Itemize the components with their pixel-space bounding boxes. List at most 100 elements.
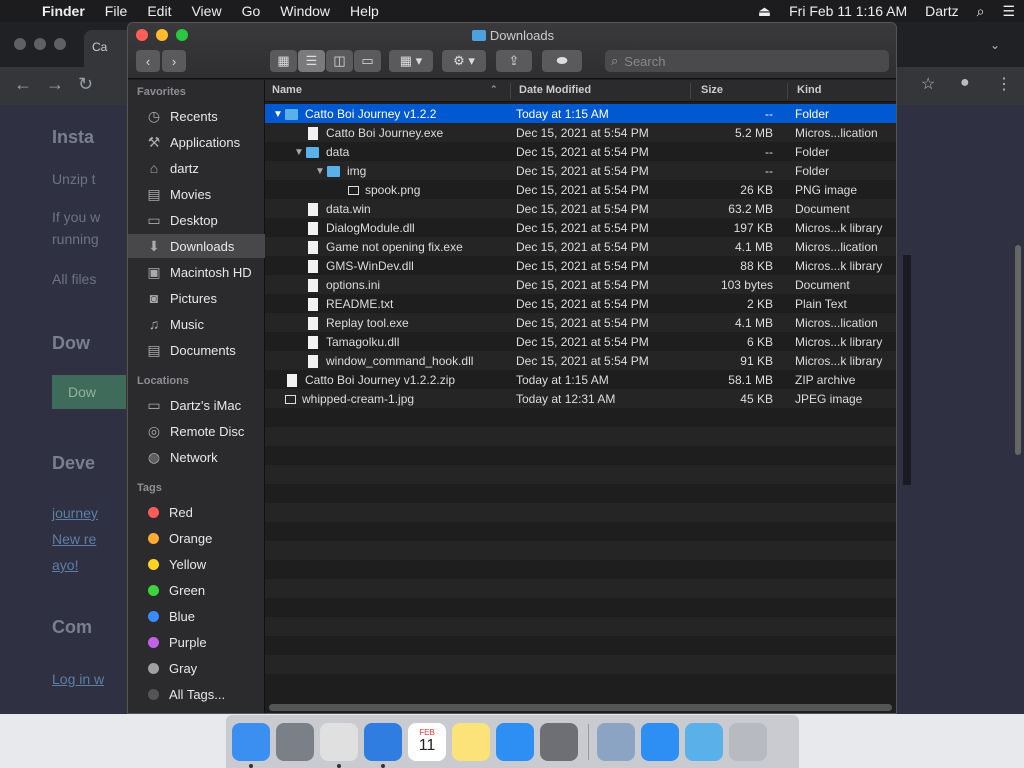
column-name-header[interactable]: Name — [272, 84, 302, 96]
profile-icon[interactable]: ● — [960, 74, 970, 92]
file-row[interactable]: GMS-WinDev.dll Dec 15, 2021 at 5:54 PM 88 … — [265, 256, 896, 275]
file-kind: Folder — [795, 145, 830, 159]
preview-icon[interactable] — [597, 722, 635, 761]
calendar-icon[interactable]: FEB 11 — [408, 722, 446, 761]
file-row[interactable]: Catto Boi Journey.exe Dec 15, 2021 at 5:5… — [265, 123, 896, 142]
back-arrow-icon[interactable]: ← — [14, 74, 32, 95]
eject-icon[interactable]: ⏏ — [749, 3, 780, 20]
sidebar-item-dartz-s-imac[interactable]: ▭ Dartz's iMac — [128, 393, 265, 417]
column-size-header[interactable]: Size — [701, 84, 723, 96]
column-view-button[interactable]: ◫ — [326, 50, 353, 72]
file-row[interactable]: README.txt Dec 15, 2021 at 5:54 PM 2 KB Pla… — [265, 294, 896, 313]
sidebar-item-music[interactable]: ♫ Music — [128, 312, 265, 336]
safari-icon[interactable] — [364, 722, 402, 768]
sidebar-item-applications[interactable]: ⚒ Applications — [128, 130, 265, 154]
web-download-button[interactable]: Dow — [52, 375, 126, 409]
menu-user[interactable]: Dartz — [916, 3, 967, 19]
file-row[interactable]: DialogModule.dll Dec 15, 2021 at 5:54 PM 1… — [265, 218, 896, 237]
applications-folder-icon[interactable] — [641, 722, 679, 761]
sidebar-item-gray[interactable]: Gray — [128, 656, 265, 680]
menu-view[interactable]: View — [181, 3, 231, 19]
launchpad-icon[interactable] — [276, 722, 314, 761]
file-row[interactable]: Tamagolku.dll Dec 15, 2021 at 5:54 PM 6 KB… — [265, 332, 896, 351]
browser-zoom-button[interactable] — [54, 38, 66, 50]
gallery-view-button[interactable]: ▭ — [354, 50, 381, 72]
sidebar-item-red[interactable]: Red — [128, 500, 265, 524]
web-link-login[interactable]: Log in w — [52, 671, 104, 687]
sidebar-item-purple[interactable]: Purple — [128, 630, 265, 654]
sidebar-item-movies[interactable]: ▤ Movies — [128, 182, 265, 206]
sidebar-item-all-tags[interactable]: All Tags... — [128, 682, 265, 706]
file-row[interactable]: Catto Boi Journey v1.2.2.zip Today at 1:1… — [265, 370, 896, 389]
sort-chevron-icon[interactable]: ⌃ — [490, 84, 498, 95]
sidebar-item-blue[interactable]: Blue — [128, 604, 265, 628]
action-gear-button[interactable]: ⚙ ▾ — [442, 50, 486, 72]
disclosure-triangle-icon[interactable]: ▼ — [294, 147, 306, 158]
web-link-ayo[interactable]: ayo! — [52, 557, 78, 573]
horizontal-scrollbar[interactable] — [269, 704, 892, 711]
disclosure-triangle-icon[interactable]: ▼ — [273, 109, 285, 120]
browser-menu-icon[interactable]: ⋮ — [996, 74, 1012, 94]
forward-button[interactable]: › — [162, 50, 186, 72]
forward-arrow-icon[interactable]: → — [46, 74, 64, 95]
reload-icon[interactable]: ↻ — [78, 74, 93, 95]
group-by-button[interactable]: ▦ ▾ — [389, 50, 433, 72]
menu-help[interactable]: Help — [340, 3, 389, 19]
bookmark-star-icon[interactable]: ☆ — [921, 74, 935, 94]
sidebar-item-network[interactable]: ◍ Network — [128, 445, 265, 469]
browser-scrollbar[interactable] — [1015, 245, 1021, 455]
back-button[interactable]: ‹ — [136, 50, 160, 72]
system-preferences-icon[interactable] — [540, 722, 578, 761]
finder-icon[interactable] — [232, 722, 270, 768]
sidebar-item-recents[interactable]: ◷ Recents — [128, 104, 265, 128]
menu-file[interactable]: File — [95, 3, 138, 19]
sidebar-item-documents[interactable]: ▤ Documents — [128, 338, 265, 362]
search-field[interactable]: ⌕ Search — [605, 50, 889, 72]
sidebar-item-green[interactable]: Green — [128, 578, 265, 602]
file-row[interactable]: Replay tool.exe Dec 15, 2021 at 5:54 PM 4.… — [265, 313, 896, 332]
web-link-journey[interactable]: journey — [52, 505, 98, 521]
download-icon: ⬇ — [148, 237, 160, 254]
chrome-icon[interactable] — [320, 722, 358, 768]
file-row[interactable]: ▼ data Dec 15, 2021 at 5:54 PM -- Folder — [265, 142, 896, 161]
control-center-icon[interactable]: ☰ — [993, 3, 1024, 20]
sidebar-item-macintosh-hd[interactable]: ▣ Macintosh HD — [128, 260, 265, 284]
icon-view-button[interactable]: ▦ — [270, 50, 297, 72]
file-row[interactable]: ▼ Catto Boi Journey v1.2.2 Today at 1:15 A… — [265, 104, 896, 123]
sidebar-item-remote-disc[interactable]: ◎ Remote Disc — [128, 419, 265, 443]
sidebar-item-yellow[interactable]: Yellow — [128, 552, 265, 576]
notes-icon[interactable] — [452, 722, 490, 761]
app-store-icon[interactable] — [496, 722, 534, 761]
column-kind-header[interactable]: Kind — [797, 84, 821, 96]
file-row[interactable]: data.win Dec 15, 2021 at 5:54 PM 63.2 MB Do… — [265, 199, 896, 218]
list-view-button[interactable]: ☰ — [298, 50, 325, 72]
spotlight-search-icon[interactable]: ⌕ — [968, 3, 994, 20]
file-row[interactable]: spook.png Dec 15, 2021 at 5:54 PM 26 KB PNG… — [265, 180, 896, 199]
file-row[interactable]: options.ini Dec 15, 2021 at 5:54 PM 103 by… — [265, 275, 896, 294]
file-row[interactable]: Game not opening fix.exe Dec 15, 2021 at … — [265, 237, 896, 256]
file-row[interactable]: whipped-cream-1.jpg Today at 12:31 AM 45 K… — [265, 389, 896, 408]
file-row[interactable]: ▼ img Dec 15, 2021 at 5:54 PM -- Folder — [265, 161, 896, 180]
menu-go[interactable]: Go — [232, 3, 271, 19]
sidebar-item-desktop[interactable]: ▭ Desktop — [128, 208, 265, 232]
browser-close-button[interactable] — [14, 38, 26, 50]
disclosure-triangle-icon[interactable]: ▼ — [315, 166, 327, 177]
browser-minimize-button[interactable] — [34, 38, 46, 50]
tag-button[interactable]: ⬬ — [542, 50, 582, 72]
file-row[interactable]: window_command_hook.dll Dec 15, 2021 at 5… — [265, 351, 896, 370]
menu-window[interactable]: Window — [270, 3, 340, 19]
sidebar-item-downloads[interactable]: ⬇ Downloads — [128, 234, 265, 258]
file-name: window_command_hook.dll — [326, 354, 474, 368]
web-link-new-release[interactable]: New re — [52, 531, 96, 547]
share-button[interactable]: ⇪ — [496, 50, 532, 72]
sidebar-item-dartz[interactable]: ⌂ dartz — [128, 156, 265, 180]
menu-edit[interactable]: Edit — [137, 3, 181, 19]
menu-app-name[interactable]: Finder — [32, 3, 95, 19]
sidebar-item-orange[interactable]: Orange — [128, 526, 265, 550]
trash-icon[interactable] — [729, 722, 767, 761]
tab-search-chevron-icon[interactable]: ⌄ — [990, 38, 1000, 52]
sidebar-item-pictures[interactable]: ◙ Pictures — [128, 286, 265, 310]
column-date-header[interactable]: Date Modified — [519, 84, 591, 96]
downloads-folder-icon[interactable] — [685, 722, 723, 761]
menu-clock[interactable]: Fri Feb 11 1:16 AM — [780, 3, 916, 19]
